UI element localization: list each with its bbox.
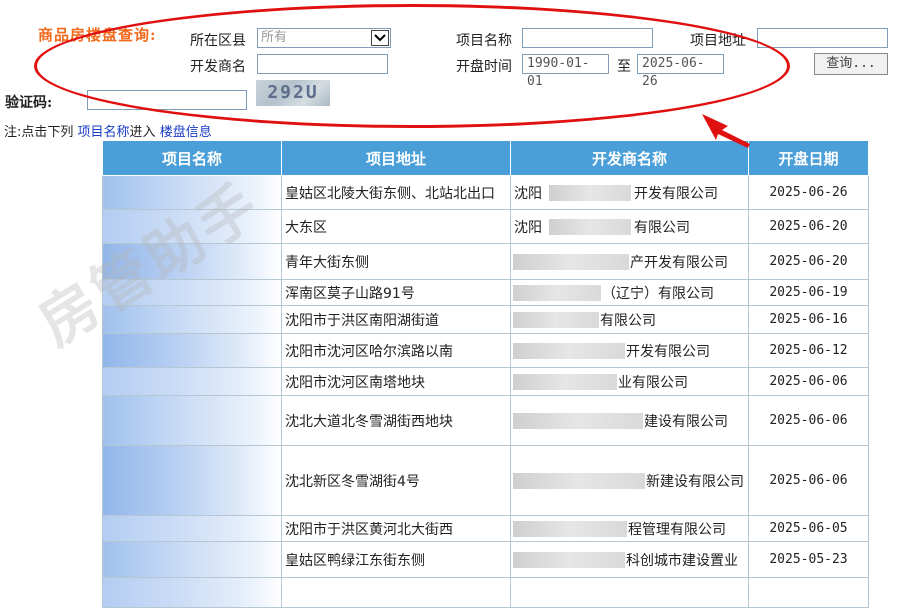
table-row: 沈阳市于洪区黄河北大街西 程管理有限公司 2025-06-05: [102, 515, 869, 542]
developer-input[interactable]: [257, 54, 388, 74]
open-time-label: 开盘时间: [456, 59, 512, 75]
date-cell: 2025-06-20: [748, 209, 869, 244]
address-cell: 大东区: [281, 209, 511, 244]
date-to-label: 至: [617, 59, 631, 75]
developer-cell: [510, 577, 749, 608]
developer-cell: 建设有限公司: [510, 395, 749, 446]
project-name-cell[interactable]: [102, 577, 282, 608]
date-cell: 2025-06-06: [748, 367, 869, 396]
table-row: [102, 577, 869, 608]
search-title: 商品房楼盘查询:: [38, 26, 157, 44]
header-project-name: 项目名称: [102, 140, 282, 176]
results-table: 项目名称 项目地址 开发商名称 开盘日期 皇姑区北陵大街东侧、北站北出口 沈阳开…: [102, 140, 869, 608]
table-row: 沈北大道北冬雪湖街西地块 建设有限公司 2025-06-06: [102, 395, 869, 446]
note-middle: 进入: [129, 125, 156, 140]
project-name-cell[interactable]: [102, 367, 282, 396]
date-cell: 2025-06-06: [748, 445, 869, 516]
date-cell: 2025-06-20: [748, 243, 869, 280]
date-cell: 2025-06-16: [748, 305, 869, 334]
project-name-cell[interactable]: [102, 209, 282, 244]
header-developer: 开发商名称: [510, 140, 749, 176]
table-row: 沈阳市沈河区南塔地块 业有限公司 2025-06-06: [102, 367, 869, 396]
table-row: 沈阳市于洪区南阳湖街道 有限公司 2025-06-16: [102, 305, 869, 334]
date-cell: 2025-06-26: [748, 175, 869, 210]
district-selected-value: 所有: [261, 30, 288, 45]
header-project-address: 项目地址: [281, 140, 511, 176]
project-name-label: 项目名称: [456, 33, 512, 49]
developer-cell: 开发有限公司: [510, 333, 749, 368]
project-name-cell[interactable]: [102, 243, 282, 280]
table-row: 青年大街东侧 产开发有限公司 2025-06-20: [102, 243, 869, 280]
date-cell: 2025-06-19: [748, 279, 869, 306]
developer-cell: 沈阳 有限公司: [510, 209, 749, 244]
project-name-input[interactable]: [522, 28, 653, 48]
address-cell: 皇姑区北陵大街东侧、北站北出口: [281, 175, 511, 210]
date-cell: 2025-06-12: [748, 333, 869, 368]
project-name-cell[interactable]: [102, 445, 282, 516]
project-name-cell[interactable]: [102, 279, 282, 306]
developer-label: 开发商名: [190, 59, 246, 75]
project-name-cell[interactable]: [102, 515, 282, 542]
address-cell: 沈阳市于洪区南阳湖街道: [281, 305, 511, 334]
address-cell: 沈阳市沈河区南塔地块: [281, 367, 511, 396]
developer-cell: 新建设有限公司: [510, 445, 749, 516]
developer-cell: 有限公司: [510, 305, 749, 334]
address-cell: 沈北新区冬雪湖街4号: [281, 445, 511, 516]
note-link-project-name: 项目名称: [77, 125, 130, 140]
developer-cell: 科创城市建设置业: [510, 541, 749, 578]
project-name-cell[interactable]: [102, 333, 282, 368]
address-cell: 沈阳市沈河区哈尔滨路以南: [281, 333, 511, 368]
address-cell: [281, 577, 511, 608]
address-cell: 浑南区莫子山路91号: [281, 279, 511, 306]
captcha-image[interactable]: 292U: [256, 80, 330, 106]
date-to-input[interactable]: 2025-06-26: [637, 54, 724, 89]
address-cell: 皇姑区鸭绿江东街东侧: [281, 541, 511, 578]
date-from-input[interactable]: 1990-01-01: [522, 54, 609, 89]
captcha-input[interactable]: [87, 90, 247, 110]
developer-cell: （辽宁）有限公司: [510, 279, 749, 306]
district-select[interactable]: 所有: [257, 28, 391, 48]
table-note: 注:点击下列 项目名称进入 楼盘信息: [4, 121, 212, 140]
chevron-down-icon[interactable]: [371, 30, 389, 46]
developer-cell: 产开发有限公司: [510, 243, 749, 280]
date-cell: 2025-05-23: [748, 541, 869, 578]
note-link-building-info: 楼盘信息: [159, 125, 212, 140]
query-button[interactable]: 查询...: [814, 53, 888, 75]
project-name-cell[interactable]: [102, 305, 282, 334]
header-open-date: 开盘日期: [748, 140, 869, 176]
address-cell: 沈阳市于洪区黄河北大街西: [281, 515, 511, 542]
project-address-input[interactable]: [757, 28, 888, 48]
developer-cell: 业有限公司: [510, 367, 749, 396]
table-row: 沈北新区冬雪湖街4号 新建设有限公司 2025-06-06: [102, 445, 869, 516]
project-name-cell[interactable]: [102, 175, 282, 210]
note-prefix: 注:点击下列: [4, 125, 74, 140]
developer-cell: 沈阳 开发有限公司: [510, 175, 749, 210]
table-row: 浑南区莫子山路91号 （辽宁）有限公司 2025-06-19: [102, 279, 869, 306]
table-row: 沈阳市沈河区哈尔滨路以南 开发有限公司 2025-06-12: [102, 333, 869, 368]
project-name-cell[interactable]: [102, 395, 282, 446]
project-address-label: 项目地址: [690, 33, 746, 49]
district-label: 所在区县: [190, 33, 246, 49]
address-cell: 沈北大道北冬雪湖街西地块: [281, 395, 511, 446]
project-name-cell[interactable]: [102, 541, 282, 578]
table-row: 皇姑区北陵大街东侧、北站北出口 沈阳 开发有限公司 2025-06-26: [102, 175, 869, 210]
address-cell: 青年大街东侧: [281, 243, 511, 280]
date-cell: 2025-06-06: [748, 395, 869, 446]
developer-cell: 程管理有限公司: [510, 515, 749, 542]
date-cell: [748, 577, 869, 608]
table-row: 大东区 沈阳 有限公司 2025-06-20: [102, 209, 869, 244]
captcha-label: 验证码:: [5, 95, 53, 111]
date-cell: 2025-06-05: [748, 515, 869, 542]
table-row: 皇姑区鸭绿江东街东侧 科创城市建设置业 2025-05-23: [102, 541, 869, 578]
table-header-row: 项目名称 项目地址 开发商名称 开盘日期: [102, 140, 869, 176]
